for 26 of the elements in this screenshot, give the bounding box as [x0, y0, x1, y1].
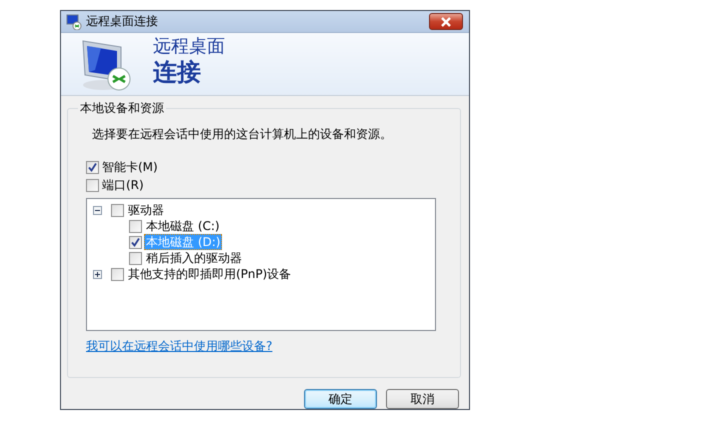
header-title: 连接: [153, 58, 202, 86]
monitor-icon: [66, 14, 82, 30]
description-text: 选择要在远程会话中使用的这台计算机上的设备和资源。: [92, 127, 393, 142]
tree-item[interactable]: 驱动器: [126, 202, 166, 218]
collapse-icon[interactable]: [93, 206, 102, 214]
checkbox-label[interactable]: 端口(R): [102, 177, 144, 194]
tree-item[interactable]: 其他支持的即插即用(PnP)设备: [126, 266, 294, 282]
checkbox[interactable]: [111, 204, 124, 216]
header-subtitle: 远程桌面: [153, 36, 225, 58]
tree-item[interactable]: 本地磁盘 (C:): [144, 218, 222, 234]
checkbox[interactable]: [111, 268, 124, 280]
checkbox[interactable]: [129, 220, 142, 232]
dialog-button[interactable]: 确定: [304, 389, 377, 409]
close-icon: [440, 16, 452, 26]
expand-icon[interactable]: [93, 270, 102, 278]
checkbox[interactable]: [86, 161, 99, 174]
checkbox[interactable]: [129, 236, 142, 248]
checkbox[interactable]: [129, 252, 142, 264]
checkbox[interactable]: [86, 179, 99, 192]
close-button[interactable]: [429, 13, 463, 30]
checkbox-label[interactable]: 智能卡(M): [102, 159, 158, 176]
tree-item[interactable]: 稍后插入的驱动器: [144, 250, 244, 266]
group-legend: 本地设备和资源: [78, 101, 166, 116]
help-link[interactable]: 我可以在远程会话中使用哪些设备?: [86, 339, 272, 354]
window-title: 远程桌面连接: [86, 13, 159, 30]
dialog-button[interactable]: 取消: [386, 389, 459, 409]
